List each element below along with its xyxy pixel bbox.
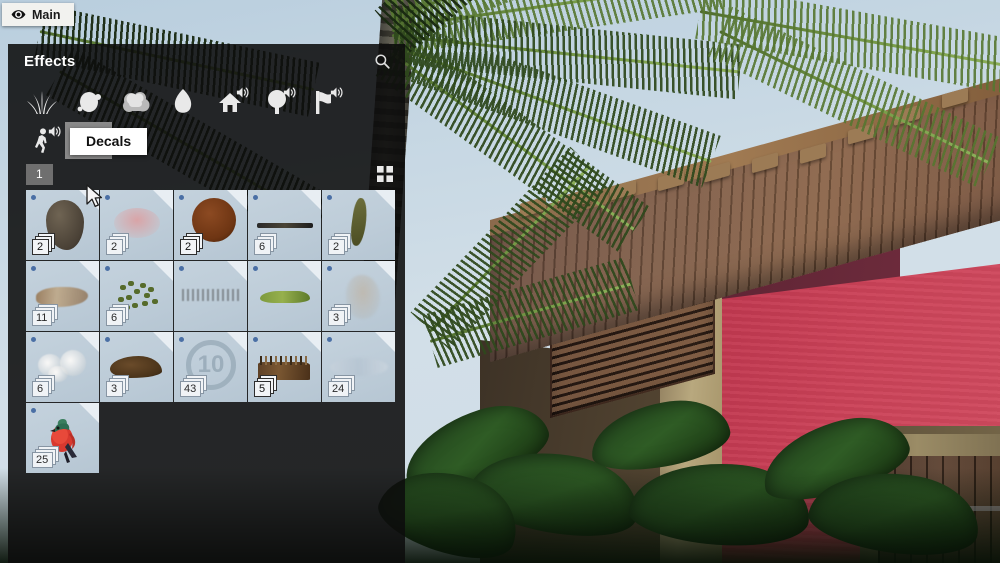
asset-count-badge: 5 [254, 381, 271, 397]
asset-marker-dot [179, 266, 184, 271]
asset-corner-fold [153, 261, 173, 281]
asset-thumb-white-puffs[interactable]: 6 [26, 332, 99, 402]
asset-thumb-rubble-strip[interactable]: 5 [248, 332, 321, 402]
asset-marker-dot [105, 337, 110, 342]
screenshot-root: Main Effects Decals 1 2 2 2 6 2 11 6 3 6… [0, 0, 1000, 563]
asset-thumb-pale-wisp[interactable]: 24 [322, 332, 395, 402]
eye-icon [11, 10, 26, 19]
effects-toolbar[interactable] [8, 78, 405, 160]
asset-count-badge: 25 [32, 452, 54, 468]
asset-corner-fold [375, 190, 395, 210]
main-viewport-label: Main [32, 7, 61, 22]
asset-count-badge: 6 [254, 239, 271, 255]
asset-thumb-rust-circle[interactable]: 2 [174, 190, 247, 260]
asset-count-badge: 3 [106, 381, 123, 397]
page-strip: 1 [8, 160, 405, 190]
sound-badge-icon [236, 87, 249, 98]
asset-corner-fold [153, 190, 173, 210]
main-viewport-button[interactable]: Main [2, 3, 75, 26]
search-icon[interactable] [373, 52, 391, 70]
asset-corner-fold [153, 332, 173, 352]
tool-clouds[interactable] [112, 83, 159, 120]
asset-corner-fold [375, 332, 395, 352]
asset-marker-dot [253, 266, 258, 271]
asset-marker-dot [31, 266, 36, 271]
asset-marker-dot [327, 266, 332, 271]
toolbar-row-1 [18, 82, 399, 121]
tool-tree-sound[interactable] [253, 83, 300, 120]
panel-title: Effects [24, 52, 76, 70]
asset-count-badge: 11 [32, 310, 53, 326]
asset-count-badge: 2 [32, 239, 49, 255]
asset-corner-fold [301, 261, 321, 281]
asset-corner-fold [79, 403, 99, 423]
asset-count-badge: 3 [328, 310, 345, 326]
decal-splat-icon [77, 91, 101, 112]
asset-thumb-pink-stain[interactable]: 2 [100, 190, 173, 260]
tool-decals[interactable] [65, 83, 112, 120]
cloud-icon [122, 91, 149, 112]
sound-badge-icon [283, 87, 296, 98]
asset-corner-fold [301, 332, 321, 352]
asset-marker-dot [105, 195, 110, 200]
tool-people-sound[interactable] [18, 122, 65, 159]
asset-count-badge: 2 [180, 239, 197, 255]
asset-marker-dot [31, 408, 36, 413]
decals-tooltip: Decals [70, 128, 148, 155]
page-tab-1[interactable]: 1 [26, 163, 53, 185]
asset-marker-dot [253, 195, 258, 200]
asset-marker-dot [31, 337, 36, 342]
asset-thumb-twig[interactable]: 2 [322, 190, 395, 260]
tool-particles[interactable] [18, 83, 65, 120]
asset-thumb-bird[interactable]: 25 [26, 403, 99, 473]
asset-corner-fold [227, 332, 247, 352]
asset-count-badge: 2 [328, 239, 345, 255]
asset-marker-dot [179, 195, 184, 200]
asset-corner-fold [227, 261, 247, 281]
grid-view-icon[interactable] [377, 166, 393, 182]
sound-badge-icon [48, 126, 61, 137]
asset-marker-dot [105, 266, 110, 271]
asset-count-badge: 24 [328, 381, 350, 397]
asset-count-badge: 43 [180, 381, 202, 397]
asset-marker-dot [31, 195, 36, 200]
asset-thumb-dirt-smear[interactable]: 11 [26, 261, 99, 331]
asset-corner-fold [375, 261, 395, 281]
asset-thumb-smoke-wisp[interactable]: 3 [322, 261, 395, 331]
tool-leaf[interactable] [159, 83, 206, 120]
asset-count-badge: 6 [32, 381, 49, 397]
asset-thumb-leaf-litter[interactable]: 6 [100, 261, 173, 331]
asset-corner-fold [227, 190, 247, 210]
effects-panel[interactable]: Effects Decals 1 2 2 2 6 2 11 6 3 6 3 10… [8, 44, 405, 563]
panel-header: Effects [8, 44, 405, 78]
tool-flag-sound[interactable] [300, 83, 347, 120]
asset-marker-dot [179, 337, 184, 342]
mouse-cursor [86, 184, 103, 208]
sound-badge-icon [330, 87, 343, 98]
asset-thumb-faint-streak[interactable] [174, 261, 247, 331]
asset-grid[interactable]: 2 2 2 6 2 11 6 3 6 3 10 43 5 24 25 [26, 190, 396, 473]
asset-thumb-dark-line[interactable]: 6 [248, 190, 321, 260]
asset-count-badge: 2 [106, 239, 123, 255]
asset-thumb-green-moss[interactable] [248, 261, 321, 331]
asset-marker-dot [327, 337, 332, 342]
asset-marker-dot [327, 195, 332, 200]
asset-marker-dot [253, 337, 258, 342]
asset-corner-fold [301, 190, 321, 210]
asset-thumb-speed-limit[interactable]: 10 43 [174, 332, 247, 402]
tool-building-sound[interactable] [206, 83, 253, 120]
asset-corner-fold [79, 332, 99, 352]
asset-count-badge: 6 [106, 310, 123, 326]
leaf-icon [174, 88, 191, 113]
asset-corner-fold [79, 261, 99, 281]
asset-thumb-mud-patch[interactable]: 3 [100, 332, 173, 402]
particle-spray-icon [26, 90, 57, 114]
